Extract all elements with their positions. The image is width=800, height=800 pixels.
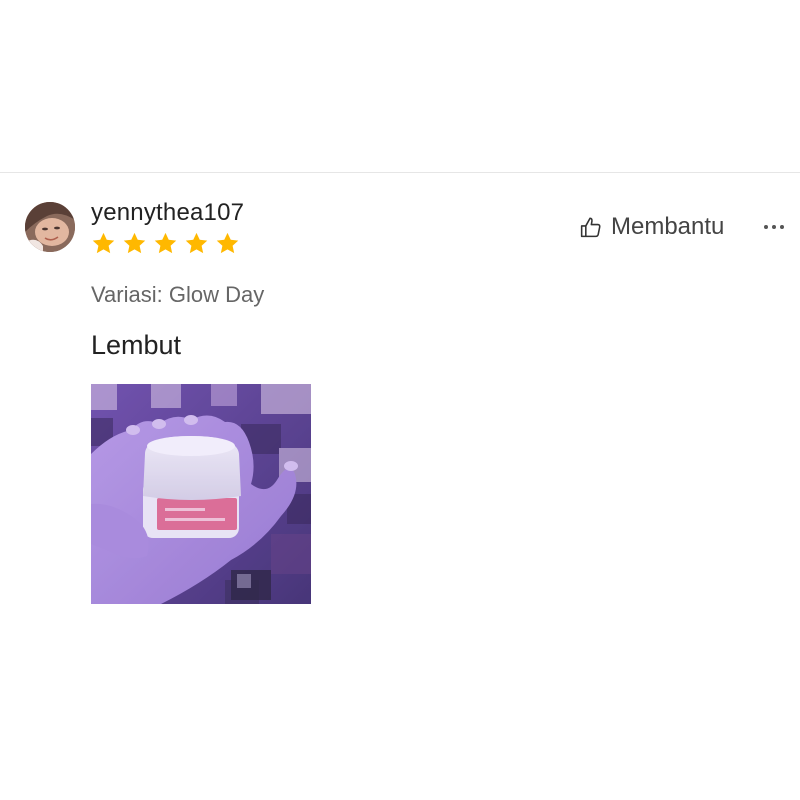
review-photo-image xyxy=(91,384,311,604)
section-divider xyxy=(0,172,800,173)
thumbs-up-icon xyxy=(580,217,601,237)
ellipsis-icon xyxy=(764,225,784,229)
rating-stars xyxy=(91,231,240,256)
avatar[interactable] xyxy=(25,202,75,252)
product-variation: Variasi: Glow Day xyxy=(91,282,265,307)
helpful-button[interactable]: Membantu xyxy=(578,212,724,242)
review-text: Lembut xyxy=(91,330,182,360)
star-icon xyxy=(154,232,177,254)
star-icon xyxy=(185,232,208,254)
more-options-button[interactable] xyxy=(760,215,788,239)
helpful-label: Membantu xyxy=(611,213,725,240)
review-photo[interactable] xyxy=(91,384,311,604)
star-icon xyxy=(216,232,239,254)
avatar-image xyxy=(25,202,75,252)
star-icon xyxy=(123,232,146,254)
reviewer-username: yennythea107 xyxy=(91,199,245,226)
star-icon xyxy=(92,232,115,254)
